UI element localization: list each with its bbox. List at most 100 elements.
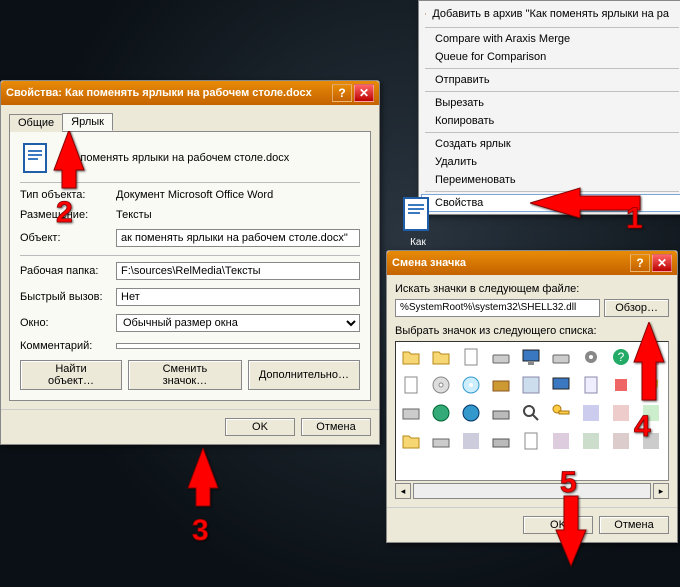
- ctx-label: Вырезать: [435, 97, 484, 109]
- scroll-track[interactable]: [413, 483, 651, 499]
- svg-text:3: 3: [192, 514, 209, 547]
- btn-label: Сменить значок…: [163, 363, 208, 387]
- ctx-sep: [425, 68, 679, 69]
- object-label: Объект:: [20, 232, 116, 244]
- generic-icon[interactable]: [400, 402, 422, 424]
- workdir-field[interactable]: F:\sources\RelMedia\Тексты: [116, 262, 360, 280]
- run-combo[interactable]: Обычный размер окна: [116, 314, 360, 332]
- svg-text:4: 4: [634, 410, 651, 442]
- folder-icon[interactable]: [400, 430, 422, 452]
- type-value: Документ Microsoft Office Word: [116, 189, 360, 201]
- svg-text:2: 2: [56, 196, 73, 229]
- tab-strip: Общие Ярлык: [9, 113, 371, 132]
- annotation-arrow-4: 4: [624, 322, 680, 442]
- gear-icon[interactable]: [580, 346, 602, 368]
- ctx-label: Добавить в архив "Как поменять ярлыки на…: [432, 8, 669, 20]
- ctx-label: Отправить: [435, 74, 490, 86]
- change-icon-button[interactable]: Сменить значок…: [128, 360, 242, 390]
- folder-icon[interactable]: [430, 346, 452, 368]
- ctx-item-shortcut[interactable]: Создать ярлык: [421, 135, 680, 153]
- generic-icon[interactable]: [580, 374, 602, 396]
- tab-shortcut[interactable]: Ярлык: [62, 113, 113, 131]
- ctx-label: Удалить: [435, 156, 477, 168]
- page-icon[interactable]: [400, 374, 422, 396]
- ctx-label: Создать ярлык: [435, 138, 511, 150]
- search-icon[interactable]: [520, 402, 542, 424]
- drive-icon[interactable]: [550, 346, 572, 368]
- generic-icon[interactable]: [460, 430, 482, 452]
- generic-icon[interactable]: [490, 374, 512, 396]
- ctx-label: Переименовать: [435, 174, 516, 186]
- window-title: Свойства: Как поменять ярлыки на рабочем…: [6, 87, 330, 99]
- generic-icon[interactable]: [520, 430, 542, 452]
- window-title: Смена значка: [392, 257, 628, 269]
- tab-label: Ярлык: [71, 116, 104, 128]
- generic-icon[interactable]: [490, 430, 512, 452]
- ctx-item-araxis[interactable]: Compare with Araxis Merge: [421, 30, 680, 48]
- btn-label: Обзор…: [615, 302, 658, 314]
- btn-label: Отмена: [316, 421, 355, 433]
- cancel-button[interactable]: Отмена: [301, 418, 371, 436]
- ctx-label: Queue for Comparison: [435, 51, 546, 63]
- ctx-item-delete[interactable]: Удалить: [421, 153, 680, 171]
- object-field[interactable]: ак поменять ярлыки на рабочем столе.docx…: [116, 229, 360, 247]
- ok-button[interactable]: OK: [225, 418, 295, 436]
- page-icon[interactable]: [460, 346, 482, 368]
- annotation-arrow-3: 3: [178, 448, 238, 548]
- location-value: Тексты: [116, 209, 360, 221]
- titlebar[interactable]: Смена значка ? ✕: [387, 251, 677, 275]
- btn-label: OK: [252, 421, 268, 433]
- ctx-item-cut[interactable]: Вырезать: [421, 94, 680, 112]
- titlebar[interactable]: Свойства: Как поменять ярлыки на рабочем…: [1, 81, 379, 105]
- btn-label: Дополнительно…: [259, 369, 349, 381]
- ctx-sep: [425, 91, 679, 92]
- find-target-button[interactable]: Найти объект…: [20, 360, 122, 390]
- generic-icon[interactable]: [550, 430, 572, 452]
- cd-icon[interactable]: [430, 374, 452, 396]
- svg-text:1: 1: [626, 202, 643, 235]
- annotation-arrow-5: 5: [546, 466, 606, 570]
- scroll-left-button[interactable]: ◂: [395, 483, 411, 499]
- close-button[interactable]: ✕: [652, 254, 672, 272]
- browse-button[interactable]: Обзор…: [604, 299, 669, 317]
- ctx-label: Compare with Araxis Merge: [435, 33, 570, 45]
- drive-icon[interactable]: [430, 430, 452, 452]
- advanced-button[interactable]: Дополнительно…: [248, 360, 360, 390]
- key-icon[interactable]: [550, 402, 572, 424]
- monitor-icon[interactable]: [550, 374, 572, 396]
- monitor-icon[interactable]: [520, 346, 542, 368]
- ctx-sep: [425, 27, 679, 28]
- close-button[interactable]: ✕: [354, 84, 374, 102]
- generic-icon[interactable]: [580, 402, 602, 424]
- ctx-item-queue[interactable]: Queue for Comparison: [421, 48, 680, 66]
- path-label: Искать значки в следующем файле:: [395, 283, 669, 295]
- ctx-item-add-archive[interactable]: Добавить в архив "Как поменять ярлыки на…: [421, 3, 680, 25]
- icon-path-field[interactable]: %SystemRoot%\system32\SHELL32.dll: [395, 299, 600, 317]
- comment-label: Комментарий:: [20, 340, 116, 352]
- btn-label: Найти объект…: [48, 363, 94, 387]
- generic-icon[interactable]: [580, 430, 602, 452]
- btn-label: Отмена: [614, 519, 653, 531]
- svg-text:5: 5: [560, 466, 577, 499]
- generic-icon[interactable]: [490, 402, 512, 424]
- docx-icon: [400, 196, 436, 232]
- help-button[interactable]: ?: [630, 254, 650, 272]
- ctx-item-send[interactable]: Отправить: [421, 71, 680, 89]
- folder-icon[interactable]: [400, 346, 422, 368]
- cancel-button[interactable]: Отмена: [599, 516, 669, 534]
- icon-list-scrollbar[interactable]: ◂ ▸: [395, 483, 669, 499]
- comment-field[interactable]: [116, 343, 360, 349]
- ctx-sep: [425, 132, 679, 133]
- scroll-right-button[interactable]: ▸: [653, 483, 669, 499]
- annotation-arrow-1: 1: [530, 178, 650, 238]
- globe-icon[interactable]: [460, 402, 482, 424]
- drive-icon[interactable]: [490, 346, 512, 368]
- help-button[interactable]: ?: [332, 84, 352, 102]
- cd-icon[interactable]: [460, 374, 482, 396]
- archive-icon: [425, 6, 426, 22]
- globe-icon[interactable]: [430, 402, 452, 424]
- ctx-item-copy[interactable]: Копировать: [421, 112, 680, 130]
- hotkey-field[interactable]: Нет: [116, 288, 360, 306]
- run-label: Окно:: [20, 317, 116, 329]
- generic-icon[interactable]: [520, 374, 542, 396]
